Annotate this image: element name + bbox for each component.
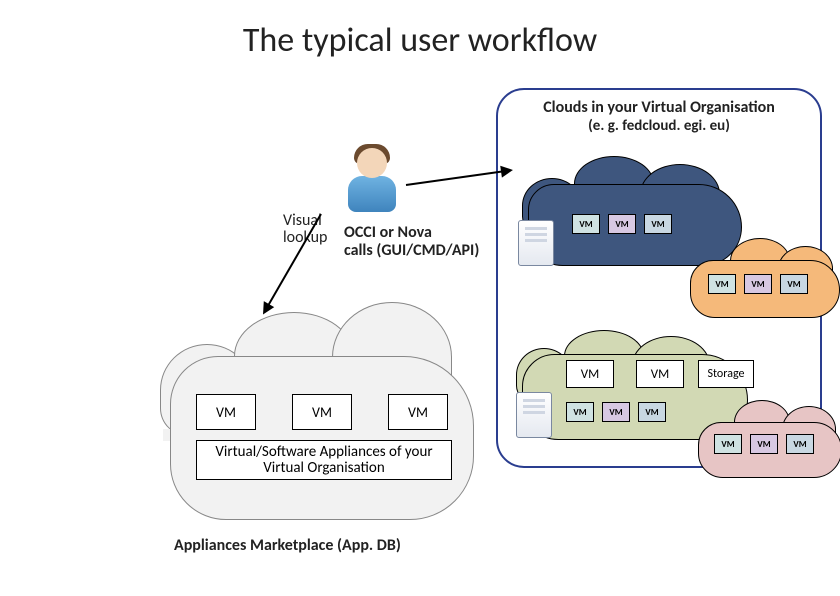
vm-box: VM [744,274,772,294]
appliances-label-box: Virtual/Software Appliances of your Virt… [196,440,452,480]
clouds-panel-header: Clouds in your Virtual Organisation (e. … [498,90,820,141]
arrow-user-to-clouds-icon [406,170,503,186]
clouds-header-line1: Clouds in your Virtual Organisation [504,98,814,117]
vm-box: VM [780,274,808,294]
vm-box: VM [708,274,736,294]
vm-box: VM [292,394,352,430]
clouds-header-line2: (e. g. fedcloud. egi. eu) [504,117,814,135]
occi-nova-label: OCCI or Nova calls (GUI/CMD/API) [344,224,524,261]
vm-box: VM [786,434,814,454]
cloud-pink: VM VM VM [698,400,840,478]
marketplace-vm-row: VM VM VM [196,394,452,432]
vm-box: VM [638,402,666,422]
vm-box: VM [608,214,636,234]
occi-line1: OCCI or Nova [344,224,524,242]
vm-box: VM [602,402,630,422]
vm-box: VM [714,434,742,454]
occi-line2: calls (GUI/CMD/API) [344,242,524,260]
vm-box: VM [388,394,448,430]
storage-box: Storage [698,360,754,388]
user-icon [342,146,402,214]
marketplace-caption: Appliances Marketplace (App. DB) [174,536,401,555]
server-icon [516,392,552,438]
vm-box: VM [566,360,614,388]
vm-box: VM [566,402,594,422]
vm-box: VM [572,214,600,234]
vm-box: VM [644,214,672,234]
vm-box: VM [636,360,684,388]
slide-title: The typical user workflow [0,20,840,61]
vm-box: VM [196,394,256,430]
clouds-panel: Clouds in your Virtual Organisation (e. … [496,88,822,468]
vm-box: VM [750,434,778,454]
cloud-orange: VM VM VM [690,238,840,318]
